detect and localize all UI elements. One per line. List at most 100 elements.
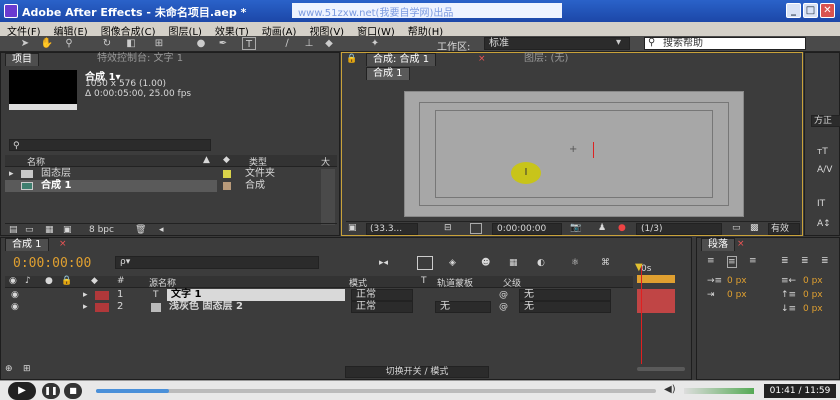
lock-icon[interactable]: 🔒: [346, 54, 357, 64]
selection-tool-icon[interactable]: ➤: [18, 37, 32, 50]
close-tab-icon[interactable]: ×: [59, 239, 67, 249]
pan-behind-tool-icon[interactable]: ⊞: [152, 37, 166, 50]
layer-name[interactable]: 浅灰色 固态层 2: [169, 301, 243, 313]
align-left-icon[interactable]: ≡: [707, 256, 715, 266]
volume-icon[interactable]: ◀): [664, 384, 676, 395]
table-row[interactable]: ◉ ▸ 1 T 文字 1 正常 @ 无: [5, 289, 633, 301]
stop-button[interactable]: ■: [64, 383, 82, 399]
zoom-select[interactable]: (33.3...: [366, 223, 418, 235]
progress-track[interactable]: [96, 389, 656, 393]
ellipse-tool-icon[interactable]: ●: [194, 37, 208, 50]
table-row[interactable]: ◉ ▸ 2 浅灰色 固态层 2 正常 无 @ 无: [5, 301, 633, 313]
tab-timeline[interactable]: 合成 1: [5, 238, 49, 251]
volume-slider[interactable]: [684, 388, 754, 394]
puppet-tool-icon[interactable]: ✦: [368, 37, 382, 50]
pickwhip-icon[interactable]: @: [499, 289, 508, 301]
project-search-input[interactable]: ⚲: [9, 139, 211, 151]
col-parent[interactable]: 父级: [503, 276, 521, 289]
expand-switches-icon[interactable]: ⊕: [5, 364, 13, 374]
list-item[interactable]: 合成 1 合成: [1, 180, 319, 192]
eraser-tool-icon[interactable]: ◆: [322, 37, 336, 50]
snapshot-icon[interactable]: 📷: [570, 223, 581, 233]
camera-select[interactable]: 有效: [768, 223, 800, 235]
justify-left-icon[interactable]: ≣: [781, 256, 789, 266]
play-button[interactable]: ▶: [8, 382, 36, 400]
close-tab-icon[interactable]: ×: [737, 239, 745, 249]
new-comp-icon[interactable]: ▦: [45, 225, 54, 235]
chevron-right-icon[interactable]: ▸: [83, 289, 88, 301]
col-trkmat[interactable]: 轨道蒙板: [437, 276, 473, 289]
align-center-icon[interactable]: ≡: [727, 256, 737, 268]
col-mode[interactable]: 模式: [349, 276, 367, 289]
maximize-button[interactable]: □: [803, 3, 818, 18]
resolution-select[interactable]: (1/3): [636, 223, 722, 235]
space-after-value[interactable]: 0 px: [803, 304, 823, 314]
expand-modes-icon[interactable]: ⊞: [23, 364, 31, 374]
motion-blur-icon[interactable]: ◐: [537, 258, 545, 268]
composition-canvas[interactable]: + I: [404, 91, 744, 217]
align-right-icon[interactable]: ≡: [749, 256, 757, 266]
col-t[interactable]: T: [421, 276, 427, 286]
font-select[interactable]: 方正: [811, 115, 840, 127]
indent-left-value[interactable]: 0 px: [727, 276, 747, 286]
playhead-icon[interactable]: ▼: [635, 262, 643, 273]
work-area-bar[interactable]: [637, 275, 675, 283]
brush-tool-icon[interactable]: ∕: [280, 37, 294, 50]
graph-editor-icon[interactable]: ⌘: [601, 258, 610, 268]
blend-mode-select[interactable]: 正常: [351, 301, 413, 313]
mask-toggle-icon[interactable]: [470, 223, 482, 234]
live-update-icon[interactable]: [417, 256, 433, 270]
color-depth-icon[interactable]: ▣: [63, 225, 72, 235]
scrollbar[interactable]: [321, 169, 335, 225]
toggle-switches-modes-button[interactable]: 切换开关 / 模式: [345, 366, 489, 378]
col-name[interactable]: 名称: [27, 155, 45, 168]
timeline-timecode[interactable]: 0:00:00:00: [13, 256, 91, 271]
type-tool-icon[interactable]: T: [242, 37, 256, 50]
indent-right-value[interactable]: 0 px: [803, 276, 823, 286]
pause-button[interactable]: ❚❚: [42, 383, 60, 399]
viewer-timecode[interactable]: 0:00:00:00: [492, 223, 562, 235]
pen-tool-icon[interactable]: ✒: [216, 37, 230, 50]
timeline-search-input[interactable]: ρ▾: [115, 256, 319, 269]
track-matte-select[interactable]: 无: [435, 301, 491, 313]
space-before-value[interactable]: 0 px: [803, 290, 823, 300]
color-channel-icon[interactable]: ●: [618, 223, 626, 233]
comp-mini-flowchart-icon[interactable]: ▸◂: [379, 258, 388, 268]
parent-select[interactable]: 无: [519, 301, 611, 313]
help-search-input[interactable]: 搜索帮助: [644, 37, 806, 50]
workspace-select[interactable]: 标准: [484, 37, 630, 50]
justify-center-icon[interactable]: ≣: [801, 256, 809, 266]
breadcrumb[interactable]: 合成 1: [366, 67, 410, 80]
camera-tool-icon[interactable]: ◧: [124, 37, 138, 50]
tab-paragraph[interactable]: 段落: [701, 238, 735, 251]
show-channel-icon[interactable]: ♟: [598, 223, 606, 233]
layer-duration-bar[interactable]: [637, 301, 675, 313]
hand-tool-icon[interactable]: ✋: [40, 37, 54, 50]
always-preview-icon[interactable]: ▣: [348, 223, 357, 233]
frame-blending-icon[interactable]: ▦: [509, 258, 518, 268]
justify-all-icon[interactable]: ≣: [821, 256, 829, 266]
draft-3d-icon[interactable]: ◈: [449, 258, 456, 268]
tab-project[interactable]: 项目: [5, 53, 39, 66]
col-type[interactable]: 类型: [249, 155, 267, 168]
chevron-right-icon[interactable]: ▸: [83, 301, 88, 313]
label-color[interactable]: [95, 303, 109, 312]
zoom-tool-icon[interactable]: ⚲: [62, 37, 76, 50]
first-line-indent-value[interactable]: 0 px: [727, 290, 747, 300]
region-of-interest-icon[interactable]: ▭: [732, 223, 741, 233]
transparency-grid-icon[interactable]: ▩: [750, 223, 759, 233]
hide-shy-icon[interactable]: ☻: [481, 258, 490, 268]
clone-tool-icon[interactable]: ⊥: [302, 37, 316, 50]
eye-icon[interactable]: ◉: [11, 301, 19, 313]
list-item[interactable]: ▸ 固态层 文件夹: [1, 168, 319, 180]
pickwhip-icon[interactable]: @: [499, 301, 508, 313]
tab-effect-controls[interactable]: 特效控制台: 文字 1: [91, 53, 189, 66]
grid-icon[interactable]: ⊟: [444, 223, 452, 233]
blend-mode-select[interactable]: 正常: [351, 289, 413, 301]
layer-duration-bar[interactable]: [637, 289, 675, 301]
col-layer-name[interactable]: 源名称: [149, 276, 176, 289]
rotate-tool-icon[interactable]: ↻: [100, 37, 114, 50]
brainstorm-icon[interactable]: ⚛: [571, 258, 579, 268]
layer-name[interactable]: 文字 1: [167, 289, 345, 301]
new-folder-icon[interactable]: ▭: [25, 225, 34, 235]
